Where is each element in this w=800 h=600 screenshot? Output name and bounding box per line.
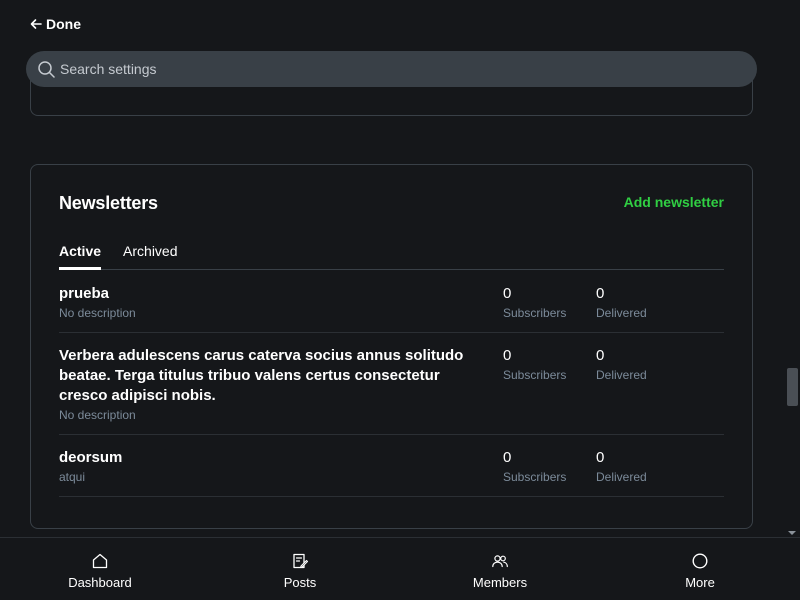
nav-item-posts[interactable]: Posts — [200, 538, 400, 600]
scrollbar-thumb[interactable] — [787, 368, 798, 406]
delivered-label: Delivered — [596, 306, 647, 320]
tab-archived[interactable]: Archived — [123, 243, 177, 270]
newsletters-title: Newsletters — [59, 193, 158, 213]
newsletter-tabs: Active Archived — [59, 243, 724, 270]
home-icon — [92, 553, 108, 569]
subscribers-label: Subscribers — [503, 368, 567, 382]
delivered-stat: 0 Delivered — [596, 448, 647, 484]
nav-item-more[interactable]: More — [600, 538, 800, 600]
nav-label-dashboard: Dashboard — [68, 575, 132, 590]
scrollbar[interactable] — [785, 0, 800, 537]
done-button[interactable]: Done — [30, 16, 81, 32]
delivered-label: Delivered — [596, 368, 647, 382]
delivered-stat: 0 Delivered — [596, 346, 647, 382]
nav-label-more: More — [685, 575, 715, 590]
newsletter-row[interactable]: Verbera adulescens carus caterva socius … — [59, 333, 724, 435]
delivered-count: 0 — [596, 347, 605, 364]
newsletter-name: Verbera adulescens carus caterva socius … — [59, 347, 464, 404]
newsletter-description: No description — [59, 408, 136, 422]
newsletter-name: deorsum — [59, 449, 123, 466]
delivered-count: 0 — [596, 285, 605, 302]
subscribers-count: 0 — [503, 449, 512, 466]
nav-label-posts: Posts — [283, 575, 317, 590]
nav-item-members[interactable]: Members — [400, 538, 600, 600]
delivered-count: 0 — [596, 449, 605, 466]
subscribers-stat: 0 Subscribers — [503, 284, 566, 320]
bottom-navigation: Dashboard Posts Members More — [0, 537, 800, 600]
members-icon — [492, 555, 508, 568]
subscribers-stat: 0 Subscribers — [503, 448, 566, 484]
nav-item-dashboard[interactable]: Dashboard — [0, 538, 200, 600]
newsletters-card: Newsletters Add newsletter Active Archiv… — [30, 164, 753, 529]
subscribers-label: Subscribers — [503, 306, 567, 320]
subscribers-count: 0 — [503, 285, 512, 302]
newsletter-row[interactable]: prueba No description 0 Subscribers 0 De… — [59, 271, 724, 333]
subscribers-label: Subscribers — [503, 470, 567, 484]
nav-label-members: Members — [472, 575, 528, 590]
subscribers-stat: 0 Subscribers — [503, 346, 566, 382]
done-label: Done — [46, 16, 81, 32]
scroll-down-arrow-icon[interactable] — [788, 531, 796, 535]
add-newsletter-button[interactable]: Add newsletter — [624, 194, 724, 210]
newsletter-list: prueba No description 0 Subscribers 0 De… — [59, 271, 724, 497]
previous-settings-card — [30, 70, 753, 116]
tab-active[interactable]: Active — [59, 243, 102, 270]
posts-icon — [293, 553, 309, 569]
settings-page: Done Newsletters Add newsletter Active A… — [0, 0, 800, 600]
arrow-left-icon — [30, 19, 42, 29]
newsletter-name: prueba — [59, 285, 110, 302]
delivered-label: Delivered — [596, 470, 647, 484]
more-icon — [692, 553, 708, 569]
subscribers-count: 0 — [503, 347, 512, 364]
newsletter-row[interactable]: deorsum atqui 0 Subscribers 0 Delivered — [59, 435, 724, 497]
delivered-stat: 0 Delivered — [596, 284, 647, 320]
